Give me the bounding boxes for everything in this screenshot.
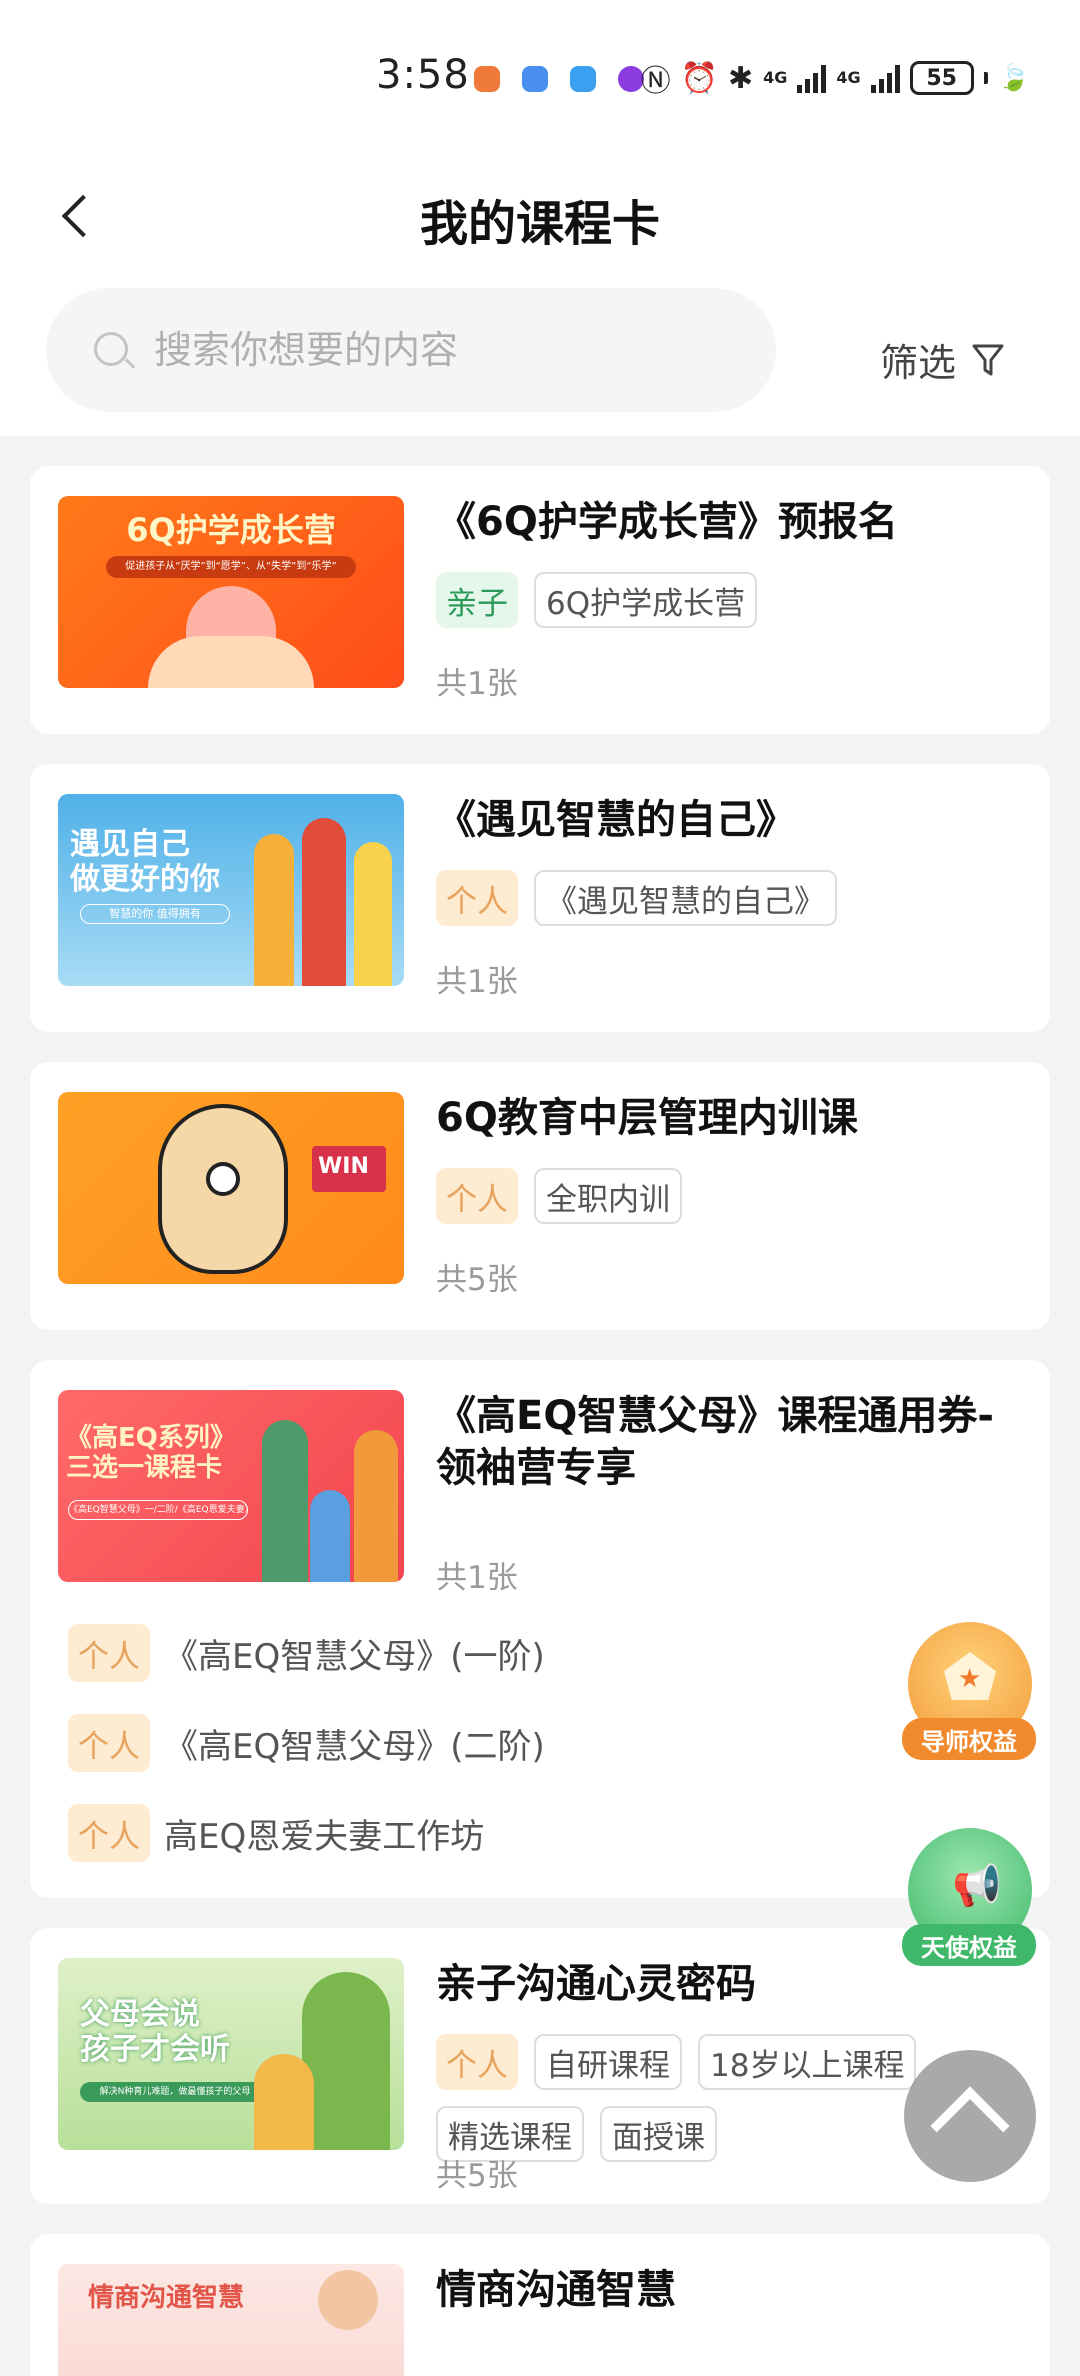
- course-card[interactable]: WIN 6Q教育中层管理内训课 个人 全职内训 共5张: [30, 1062, 1050, 1330]
- tag-course: 18岁以上课程: [698, 2034, 917, 2090]
- search-icon: [94, 332, 136, 370]
- status-bar: 3:58 Ⓝ ⏰ ✱ 4G 4G 55 🍃: [0, 0, 1080, 150]
- tag-list: 个人 自研课程 18岁以上课程 精选课程 面授课: [436, 2034, 956, 2162]
- course-thumbnail: 遇见自己 做更好的你 智慧的你 值得拥有: [58, 794, 404, 986]
- tag-category: 亲子: [436, 572, 518, 628]
- course-card[interactable]: 6Q护学成长营 促进孩子从“厌学”到“愿学”、从“失学”到“乐学” 《6Q护学成…: [30, 466, 1050, 734]
- course-title: 《6Q护学成长营》预报名: [436, 499, 898, 545]
- bluetooth-icon: ✱: [727, 60, 754, 96]
- course-thumbnail: 父母会说 孩子才会听 解决N种育儿难题，做最懂孩子的父母: [58, 1958, 404, 2150]
- mentor-badge-label: 导师权益: [902, 1718, 1036, 1760]
- course-title: 《高EQ智慧父母》课程通用券-领袖营专享: [436, 1393, 994, 1491]
- network-type-1: 4G: [763, 68, 788, 87]
- card-count: 共1张: [436, 1560, 518, 1596]
- sub-course-title: 高EQ恩爱夫妻工作坊: [164, 1816, 485, 1857]
- course-thumbnail: 6Q护学成长营 促进孩子从“厌学”到“愿学”、从“失学”到“乐学”: [58, 496, 404, 688]
- tag-course: 自研课程: [534, 2034, 682, 2090]
- card-count: 共1张: [436, 666, 518, 702]
- tag-category: 个人: [68, 1624, 150, 1682]
- leaf-icon: 🍃: [997, 63, 1030, 93]
- search-row: 筛选: [0, 286, 1080, 436]
- angel-benefits-button[interactable]: 📢 天使权益: [898, 1828, 1038, 1968]
- thumbnail-title: 情商沟通智慧: [88, 2283, 245, 2313]
- people-illustration: [302, 818, 346, 986]
- tag-list: 个人 《遇见智慧的自己》: [436, 870, 936, 926]
- signal-icon: [797, 63, 827, 93]
- tag-category: 个人: [68, 1714, 150, 1772]
- tag-course: 全职内训: [534, 1168, 682, 1224]
- family-illustration: [262, 1420, 308, 1582]
- status-icons: Ⓝ ⏰ ✱ 4G 4G 55 🍃: [641, 56, 1030, 100]
- card-count: 共5张: [436, 1262, 518, 1298]
- status-time: 3:58: [376, 52, 470, 98]
- tag-category: 个人: [68, 1804, 150, 1862]
- thumbnail-subtitle: 促进孩子从“厌学”到“愿学”、从“失学”到“乐学”: [106, 556, 356, 578]
- tag-list: 亲子 6Q护学成长营: [436, 572, 936, 628]
- search-box[interactable]: [46, 288, 776, 412]
- thumbnail-subtitle: 《高EQ智慧父母》一/二阶/《高EQ恩爱夫妻》: [68, 1500, 248, 1520]
- tag-course: 《遇见智慧的自己》: [534, 870, 837, 926]
- child-illustration: [254, 2054, 314, 2150]
- sub-course-item: 个人 《高EQ智慧父母》(一阶): [68, 1624, 545, 1682]
- course-title: 《遇见智慧的自己》: [436, 797, 796, 843]
- people-illustration: [354, 842, 392, 986]
- thumbnail-title: 父母会说 孩子才会听: [80, 1997, 230, 2067]
- course-card[interactable]: 遇见自己 做更好的你 智慧的你 值得拥有 《遇见智慧的自己》 个人 《遇见智慧的…: [30, 764, 1050, 1032]
- tag-category: 个人: [436, 1168, 518, 1224]
- tag-category: 个人: [436, 2034, 518, 2090]
- family-illustration: [310, 1490, 350, 1582]
- filter-funnel-icon: [972, 342, 1004, 378]
- filter-label: 筛选: [880, 341, 957, 385]
- card-count: 共5张: [436, 2158, 518, 2194]
- signal-icon: [870, 63, 900, 93]
- parent-illustration: [302, 1972, 390, 2150]
- thumbnail-title: 遇见自己 做更好的你: [70, 827, 220, 897]
- thumbnail-title: 6Q护学成长营: [126, 511, 336, 549]
- sub-course-title: 《高EQ智慧父母》(二阶): [164, 1726, 545, 1767]
- flag-text: WIN: [318, 1154, 369, 1179]
- thumbnail-subtitle: 解决N种育儿难题，做最懂孩子的父母: [80, 2082, 270, 2102]
- search-input[interactable]: [154, 318, 734, 382]
- chevron-up-icon: [930, 2086, 1010, 2166]
- battery-icon: 55: [909, 61, 974, 95]
- network-type-2: 4G: [836, 68, 861, 87]
- tag-list: 个人 全职内训: [436, 1168, 936, 1224]
- angel-badge-label: 天使权益: [902, 1924, 1036, 1966]
- sub-course-item: 个人 高EQ恩爱夫妻工作坊: [68, 1804, 484, 1862]
- course-card[interactable]: 《高EQ系列》 三选一课程卡 《高EQ智慧父母》一/二阶/《高EQ恩爱夫妻》 《…: [30, 1360, 1050, 1898]
- tag-course: 6Q护学成长营: [534, 572, 758, 628]
- course-card[interactable]: 情商沟通智慧 情商沟通智慧: [30, 2234, 1050, 2376]
- family-illustration: [354, 1430, 398, 1582]
- alarm-icon: ⏰: [680, 60, 718, 96]
- mascot-eye: [206, 1162, 240, 1196]
- speaker-illustration: [318, 2270, 378, 2330]
- course-title: 6Q教育中层管理内训课: [436, 1095, 858, 1141]
- scroll-to-top-button[interactable]: [904, 2050, 1036, 2182]
- app-notification-icon: [522, 66, 548, 92]
- sub-course-item: 个人 《高EQ智慧父母》(二阶): [68, 1714, 545, 1772]
- battery-tip: [983, 72, 988, 84]
- thumbnail-title: 《高EQ系列》 三选一课程卡: [66, 1423, 236, 1483]
- people-illustration: [254, 834, 294, 986]
- thumbnail-subtitle: 智慧的你 值得拥有: [80, 904, 230, 924]
- tag-category: 个人: [436, 870, 518, 926]
- course-thumbnail: 情商沟通智慧: [58, 2264, 404, 2376]
- tag-course: 面授课: [600, 2106, 717, 2162]
- filter-button[interactable]: 筛选: [880, 332, 1004, 387]
- sub-course-title: 《高EQ智慧父母》(一阶): [164, 1636, 545, 1677]
- course-thumbnail: 《高EQ系列》 三选一课程卡 《高EQ智慧父母》一/二阶/《高EQ恩爱夫妻》: [58, 1390, 404, 1582]
- megaphone-icon: 📢: [952, 1863, 1002, 1909]
- app-notification-icon: [570, 66, 596, 92]
- card-count: 共1张: [436, 964, 518, 1000]
- hands-illustration: [148, 636, 314, 688]
- nfc-icon: Ⓝ: [640, 64, 671, 99]
- star-inner: ★: [958, 1664, 982, 1694]
- mentor-benefits-button[interactable]: ★ 导师权益: [898, 1622, 1038, 1762]
- page-title: 我的课程卡: [419, 196, 660, 252]
- course-card[interactable]: 父母会说 孩子才会听 解决N种育儿难题，做最懂孩子的父母 亲子沟通心灵密码 个人…: [30, 1928, 1050, 2204]
- course-thumbnail: WIN: [58, 1092, 404, 1284]
- app-notification-icon: [474, 66, 500, 92]
- course-title: 情商沟通智慧: [436, 2267, 676, 2313]
- app-header: 我的课程卡: [0, 150, 1080, 286]
